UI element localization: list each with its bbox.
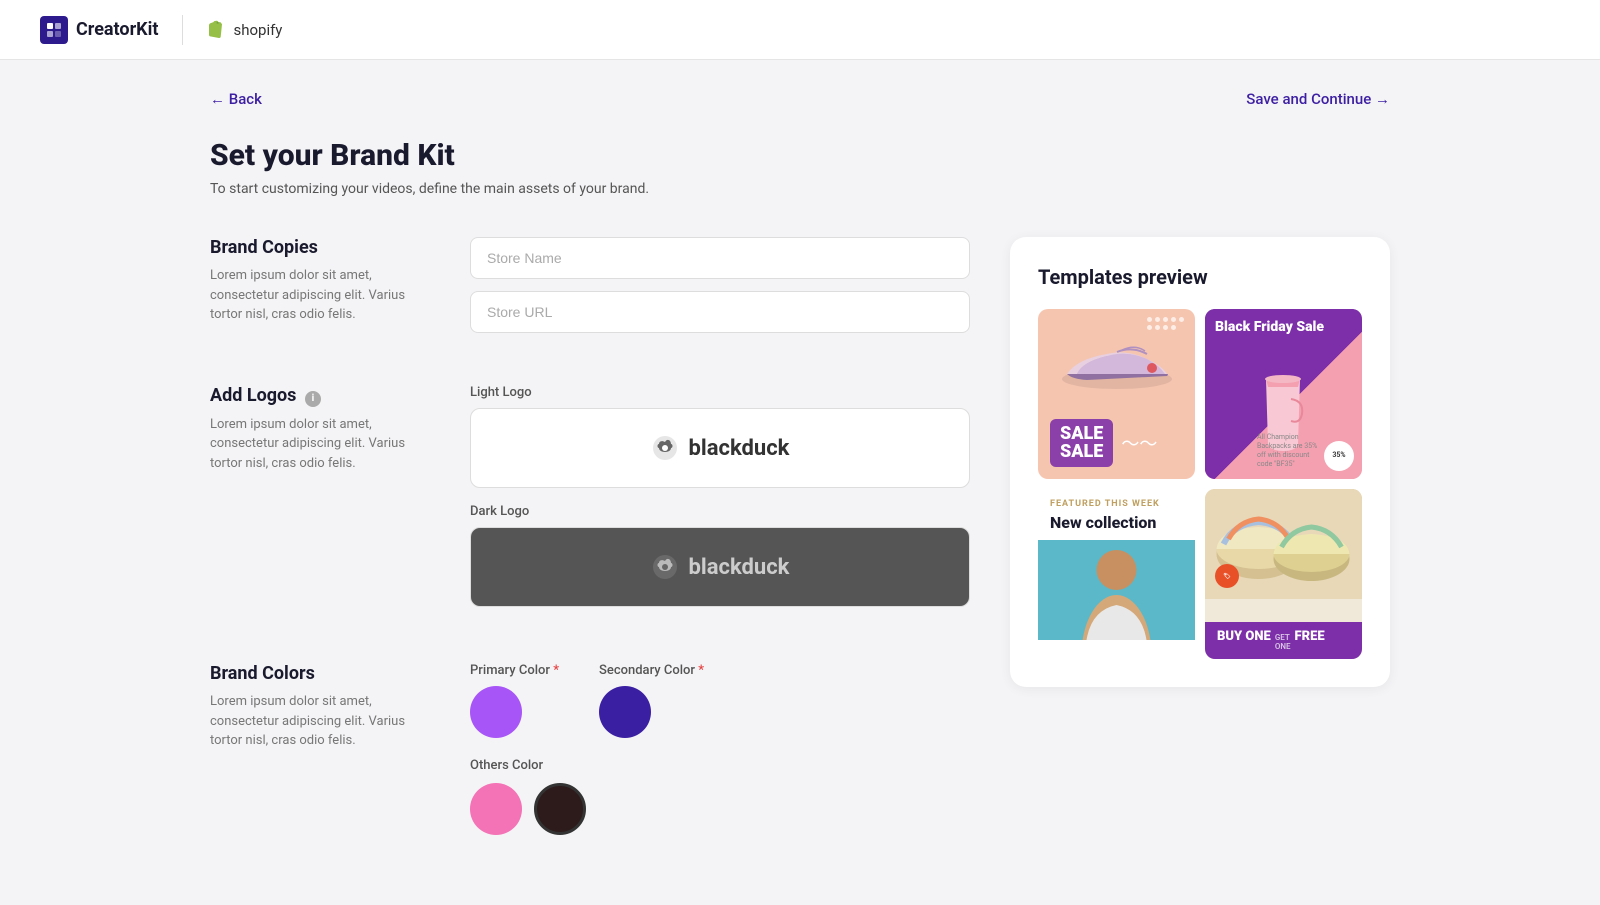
templates-preview-title: Templates preview (1038, 265, 1362, 289)
sale-badge: SALESALE (1050, 419, 1113, 467)
add-logos-fields: Light Logo blackduck Dark Logo (470, 385, 970, 623)
brand-colors-fields: Primary Color * Secondary Color * (470, 663, 970, 835)
secondary-color-label: Secondary Color * (599, 663, 704, 678)
brand-copies-section: Brand Copies Lorem ipsum dolor sit amet,… (210, 237, 970, 345)
brand-colors-title: Brand Colors (210, 663, 430, 684)
others-color-label: Others Color (470, 758, 970, 773)
primary-required-star: * (553, 663, 559, 678)
primary-color-label: Primary Color * (470, 663, 559, 678)
page-subtitle: To start customizing your videos, define… (210, 181, 1390, 197)
brand-colors-desc: Lorem ipsum dolor sit amet, consectetur … (210, 692, 430, 751)
discount-badge: 35% (1324, 441, 1354, 471)
light-logo-preview: blackduck (651, 434, 790, 462)
template-card-black-friday: Black Friday Sale All Champion Backpacks… (1205, 309, 1362, 479)
template-card-buy-one: 🏷 BUY ONE GETONE FREE (1205, 489, 1362, 659)
template-card-new-collection: FEATURED THIS WEEK New collection (1038, 489, 1195, 659)
creatorkit-logo: CreatorKit (40, 16, 158, 44)
brand-name: CreatorKit (76, 19, 158, 40)
light-logo-upload[interactable]: blackduck (470, 408, 970, 488)
primary-color-swatch[interactable] (470, 686, 522, 738)
light-logo-label: Light Logo (470, 385, 970, 400)
free-text: FREE (1295, 630, 1325, 644)
wave-decoration: 〜〜 (1121, 430, 1157, 456)
dark-logo-label: Dark Logo (470, 504, 970, 519)
sale-tag-row: SALESALE 〜〜 (1050, 419, 1183, 467)
new-collection-title: New collection (1038, 513, 1195, 540)
main-content: ← Back Save and Continue → Set your Bran… (150, 60, 1450, 905)
left-panel: Brand Copies Lorem ipsum dolor sit amet,… (210, 237, 970, 875)
nav-row: ← Back Save and Continue → (210, 90, 1390, 108)
brand-copies-fields (470, 237, 970, 345)
app-header: CreatorKit shopify (0, 0, 1600, 60)
brand-copies-title: Brand Copies (210, 237, 430, 258)
add-logos-section: Add Logos i Lorem ipsum dolor sit amet, … (210, 385, 970, 623)
shoe-image (1057, 324, 1177, 398)
promo-badge: 🏷 (1215, 564, 1239, 588)
info-icon[interactable]: i (305, 391, 321, 407)
logo-icon (40, 16, 68, 44)
buy-one-text: BUY ONE (1217, 630, 1271, 644)
brand-colors-info: Brand Colors Lorem ipsum dolor sit amet,… (210, 663, 430, 835)
featured-label: FEATURED THIS WEEK (1038, 489, 1195, 513)
black-friday-title: Black Friday Sale (1215, 319, 1324, 336)
templates-grid: SALESALE 〜〜 Black Friday Sale (1038, 309, 1362, 659)
dark-logo-upload[interactable]: blackduck (470, 527, 970, 607)
templates-preview-panel: Templates preview (1010, 237, 1390, 687)
discount-text: All Champion Backpacks are 35% off with … (1257, 433, 1322, 469)
dark-logo-text: blackduck (689, 555, 790, 580)
dark-logo-preview: blackduck (651, 553, 790, 581)
get-one-sub: GETONE (1275, 633, 1291, 651)
light-logo-text: blackduck (689, 436, 790, 461)
others-color-section: Others Color (470, 758, 970, 835)
other-color-swatch-1[interactable] (470, 783, 522, 835)
collection-image (1038, 540, 1195, 640)
header-divider (182, 15, 183, 45)
brand-colors-section: Brand Colors Lorem ipsum dolor sit amet,… (210, 663, 970, 835)
store-name-input[interactable] (470, 237, 970, 279)
brand-copies-info: Brand Copies Lorem ipsum dolor sit amet,… (210, 237, 430, 345)
primary-secondary-colors: Primary Color * Secondary Color * (470, 663, 970, 738)
other-color-swatch-2[interactable] (534, 783, 586, 835)
content-layout: Brand Copies Lorem ipsum dolor sit amet,… (210, 237, 1390, 875)
add-logos-desc: Lorem ipsum dolor sit amet, consectetur … (210, 415, 430, 474)
shopify-logo: shopify (207, 20, 282, 40)
secondary-color-swatch[interactable] (599, 686, 651, 738)
template-card-shoe-sale: SALESALE 〜〜 (1038, 309, 1195, 479)
brand-copies-desc: Lorem ipsum dolor sit amet, consectetur … (210, 266, 430, 325)
shopify-label: shopify (233, 21, 282, 39)
others-color-row (470, 783, 970, 835)
add-logos-info: Add Logos i Lorem ipsum dolor sit amet, … (210, 385, 430, 623)
back-button[interactable]: ← Back (210, 90, 262, 108)
store-url-input[interactable] (470, 291, 970, 333)
page-title: Set your Brand Kit (210, 138, 1390, 173)
secondary-required-star: * (698, 663, 704, 678)
primary-color-group: Primary Color * (470, 663, 559, 738)
add-logos-title: Add Logos i (210, 385, 430, 407)
save-continue-button[interactable]: Save and Continue → (1246, 90, 1390, 108)
secondary-color-group: Secondary Color * (599, 663, 704, 738)
buy-one-offer: BUY ONE GETONE FREE (1205, 622, 1362, 659)
